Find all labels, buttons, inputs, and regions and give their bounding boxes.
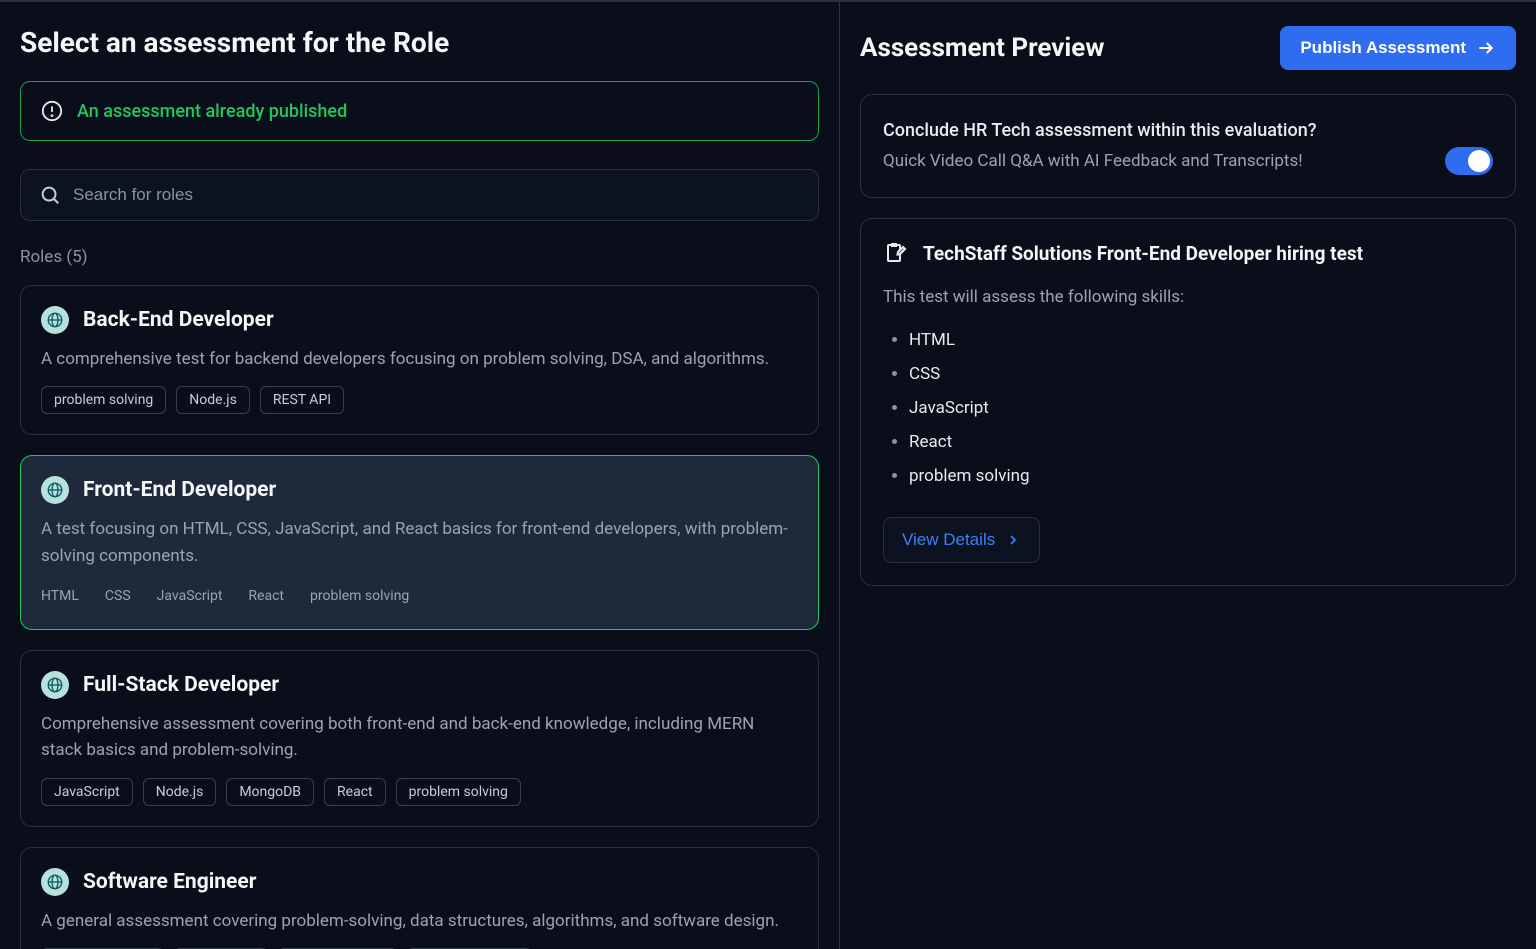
view-details-label: View Details xyxy=(902,530,995,550)
publish-assessment-button[interactable]: Publish Assessment xyxy=(1280,26,1516,70)
role-title: Back-End Developer xyxy=(83,308,274,332)
chevron-right-icon xyxy=(1005,532,1021,548)
globe-icon xyxy=(41,671,69,699)
globe-icon xyxy=(41,868,69,896)
hr-tech-card: Conclude HR Tech assessment within this … xyxy=(860,94,1516,198)
alert-published: An assessment already published xyxy=(20,81,819,141)
role-description: A comprehensive test for backend develop… xyxy=(41,346,798,372)
roles-count: Roles (5) xyxy=(20,247,819,267)
alert-text: An assessment already published xyxy=(77,101,347,122)
search-wrapper[interactable] xyxy=(20,169,819,221)
role-title: Software Engineer xyxy=(83,870,256,894)
role-title: Full-Stack Developer xyxy=(83,673,279,697)
arrow-right-icon xyxy=(1476,38,1496,58)
role-tags: HTML CSS JavaScript React problem solving xyxy=(41,583,798,609)
globe-icon xyxy=(41,306,69,334)
view-details-button[interactable]: View Details xyxy=(883,517,1040,563)
tag: JavaScript xyxy=(41,778,133,806)
role-description: Comprehensive assessment covering both f… xyxy=(41,711,798,764)
role-card[interactable]: Front-End Developer A test focusing on HT… xyxy=(20,455,819,630)
test-title: TechStaff Solutions Front-End Developer … xyxy=(923,242,1363,265)
hr-toggle[interactable] xyxy=(1445,147,1493,175)
role-card[interactable]: Software Engineer A general assessment co… xyxy=(20,847,819,949)
skill-item: problem solving xyxy=(909,459,1493,493)
tag: React xyxy=(324,778,386,806)
skill-item: HTML xyxy=(909,323,1493,357)
hr-heading: Conclude HR Tech assessment within this … xyxy=(883,117,1425,144)
right-panel: Assessment Preview Publish Assessment Co… xyxy=(840,2,1536,949)
search-input[interactable] xyxy=(73,185,800,205)
search-icon xyxy=(39,184,61,206)
alert-icon xyxy=(41,100,63,122)
skill-item: JavaScript xyxy=(909,391,1493,425)
test-details-card: TechStaff Solutions Front-End Developer … xyxy=(860,218,1516,586)
tag: React xyxy=(248,583,300,609)
hr-sub: Quick Video Call Q&A with AI Feedback an… xyxy=(883,148,1425,174)
tag: problem solving xyxy=(310,583,425,609)
tag: problem solving xyxy=(41,386,166,414)
tag: HTML xyxy=(41,583,95,609)
role-tags: JavaScript Node.js MongoDB React problem sol… xyxy=(41,778,798,806)
tag: CSS xyxy=(105,583,147,609)
role-description: A test focusing on HTML, CSS, JavaScript… xyxy=(41,516,798,569)
tag: Node.js xyxy=(176,386,250,414)
role-tags: problem solving Node.js REST API xyxy=(41,386,798,414)
skill-item: React xyxy=(909,425,1493,459)
tag: JavaScript xyxy=(157,583,239,609)
globe-icon xyxy=(41,476,69,504)
tag: Node.js xyxy=(143,778,217,806)
page-title: Select an assessment for the Role xyxy=(20,26,819,59)
preview-title: Assessment Preview xyxy=(860,33,1104,63)
left-panel: Select an assessment for the Role An ass… xyxy=(0,2,840,949)
role-card[interactable]: Back-End Developer A comprehensive test f… xyxy=(20,285,819,435)
tag: REST API xyxy=(260,386,344,414)
skill-item: CSS xyxy=(909,357,1493,391)
role-title: Front-End Developer xyxy=(83,478,276,502)
publish-label: Publish Assessment xyxy=(1300,38,1466,58)
tag: MongoDB xyxy=(226,778,314,806)
tag: problem solving xyxy=(396,778,521,806)
skills-intro: This test will assess the following skil… xyxy=(883,287,1493,307)
role-description: A general assessment covering problem-so… xyxy=(41,908,798,934)
role-card[interactable]: Full-Stack Developer Comprehensive assess… xyxy=(20,650,819,827)
skills-list: HTMLCSSJavaScriptReactproblem solving xyxy=(883,323,1493,493)
clipboard-edit-icon xyxy=(883,241,907,265)
